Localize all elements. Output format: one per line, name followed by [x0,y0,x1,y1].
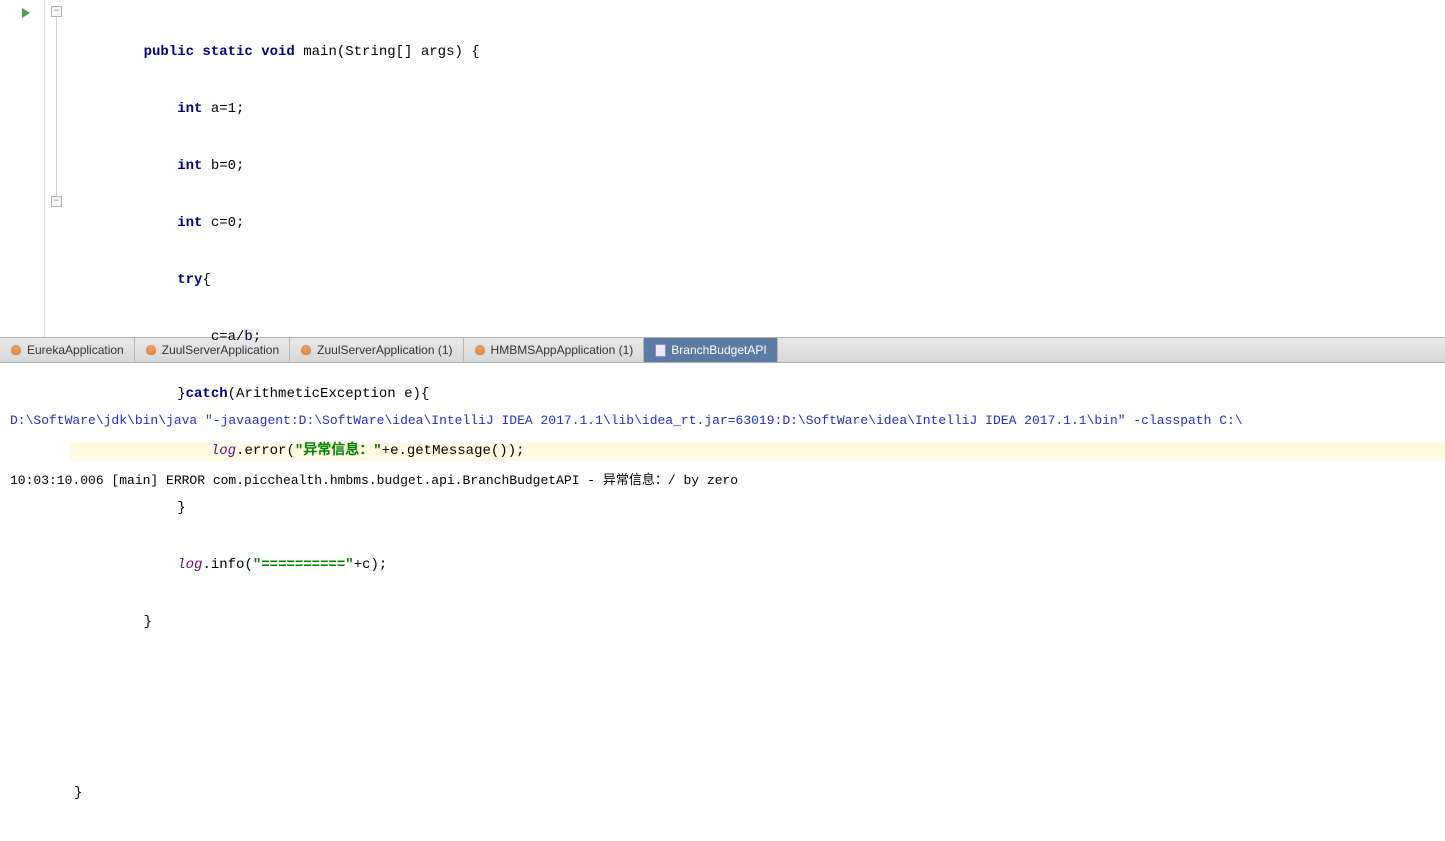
code-line [110,670,1445,689]
code-line: try{ [110,271,1445,290]
java-icon [300,344,312,356]
file-icon [654,344,666,356]
code-line-highlighted: log.error("异常信息："+e.getMessage()); [70,442,1445,461]
fold-marker-open[interactable]: − [51,6,62,17]
code-line: int a=1; [110,100,1445,119]
java-icon [10,344,22,356]
editor-gutter[interactable] [0,0,45,337]
run-icon[interactable] [22,8,30,18]
fold-marker-close[interactable]: − [51,196,62,207]
code-line: } [110,499,1445,518]
code-line: log.info("=========="+c); [110,556,1445,575]
fold-column[interactable]: − − [45,0,70,337]
code-line: int b=0; [110,157,1445,176]
java-icon [474,344,486,356]
code-line: } [74,784,1445,803]
code-line: } [110,613,1445,632]
code-line: public static void main(String[] args) { [110,43,1445,62]
fold-guide [56,17,57,197]
code-line: }catch(ArithmeticException e){ [110,385,1445,404]
java-icon [145,344,157,356]
code-line [110,727,1445,746]
code-editor[interactable]: public static void main(String[] args) {… [70,0,1445,337]
code-line: int c=0; [110,214,1445,233]
editor-area: − − public static void main(String[] arg… [0,0,1445,337]
